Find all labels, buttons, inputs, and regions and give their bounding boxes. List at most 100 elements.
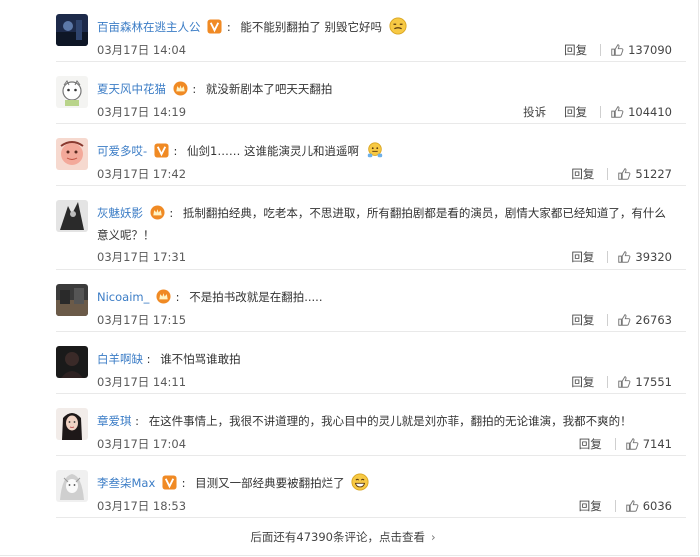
like-button[interactable]: 39320 [617,250,672,264]
divider [600,106,602,118]
like-count: 104410 [628,105,672,119]
like-count: 7141 [642,437,672,451]
username-link[interactable]: 灰魅妖影 [97,206,143,220]
vip-v-badge-icon [154,143,169,158]
comment-actions: 回复 26763 [571,312,672,328]
reply-button[interactable]: 回复 [564,104,587,120]
like-button[interactable]: 6036 [625,499,672,513]
comment-content: 抵制翻拍经典，吃老本，不思进取，所有翻拍剧都是看的演员，剧情大家都已经知道了，有… [97,206,666,242]
like-button[interactable]: 51227 [617,167,672,181]
avatar[interactable] [56,470,88,502]
avatar[interactable] [56,200,88,232]
crown-badge-icon [150,205,165,220]
divider [600,44,602,56]
comment-content: 仙剑1…… 这谁能演灵儿和逍遥啊 [187,144,359,158]
like-count: 137090 [628,43,672,57]
username-link[interactable]: 白羊啊缺 [97,352,143,366]
chevron-right-icon[interactable]: › [431,530,436,544]
username-link[interactable]: 李叁柒Max [97,476,155,490]
load-more-link[interactable]: 后面还有47390条评论，点击查看 [250,530,425,544]
reply-button[interactable]: 回复 [571,166,594,182]
username-link[interactable]: 章爱琪 [97,414,132,428]
comment-date: 03月17日 17:42 [97,167,187,181]
comment-item: Nicoaim_ : 不是拍书改就是在翻拍..... 03月17日 17:15 … [0,270,686,332]
avatar[interactable] [56,408,88,440]
comment-date: 03月17日 17:15 [97,313,187,327]
like-button[interactable]: 137090 [610,43,672,57]
divider [56,517,686,518]
like-button[interactable]: 7141 [625,437,672,451]
avatar[interactable] [56,346,88,378]
comment-item: 白羊啊缺 : 谁不怕骂谁敢拍 03月17日 14:11 回复 17551 [0,332,686,394]
comment-text-line: 百亩森林在逃主人公 : 能不能别翻拍了 别毁它好吗 [97,16,666,38]
comment-content: 就没新剧本了吧天天翻拍 [205,82,333,96]
comment-item: 可爱多哎- : 仙剑1…… 这谁能演灵儿和逍遥啊 03月17日 17:42 回复… [0,124,686,186]
comment-content: 能不能别翻拍了 别毁它好吗 [240,20,382,34]
avatar[interactable] [56,14,88,46]
vip-v-badge-icon [162,475,177,490]
comment-actions: 回复 6036 [579,498,672,514]
comment-actions: 回复 7141 [579,436,672,452]
crown-badge-icon [173,81,188,96]
divider [607,168,609,180]
reply-button[interactable]: 回复 [579,498,602,514]
comment-content: 不是拍书改就是在翻拍..... [189,290,323,304]
like-button[interactable]: 104410 [610,105,672,119]
username-link[interactable]: Nicoaim_ [97,290,149,304]
thumbs-up-icon [611,106,624,118]
load-more-bar: 后面还有47390条评论，点击查看 › [0,520,686,554]
comment-item: 章爱琪 : 在这件事情上，我很不讲道理的，我心目中的灵儿就是刘亦菲，翻拍的无论谁… [0,394,686,456]
reply-button[interactable]: 回复 [564,42,587,58]
divider [614,438,616,450]
thumbs-up-icon [618,251,631,263]
thumbs-up-icon [618,314,631,326]
divider [607,376,609,388]
comment-date: 03月17日 14:19 [97,105,187,119]
comment-date: 03月17日 18:53 [97,499,187,513]
comment-actions: 投诉 回复 104410 [523,104,672,120]
avatar[interactable] [56,284,88,316]
comment-actions: 回复 51227 [571,166,672,182]
reply-button[interactable]: 回复 [571,312,594,328]
like-count: 17551 [635,375,672,389]
comment-item: 灰魅妖影 : 抵制翻拍经典，吃老本，不思进取，所有翻拍剧都是看的演员，剧情大家都… [0,186,686,270]
like-button[interactable]: 17551 [617,375,672,389]
comment-item: 李叁柒Max : 目测又一部经典要被翻拍烂了 03月17日 18:53 回复 6… [0,456,686,518]
comment-item: 百亩森林在逃主人公 : 能不能别翻拍了 别毁它好吗 03月17日 14:04 回… [0,0,686,62]
like-count: 26763 [635,313,672,327]
reply-button[interactable]: 回复 [571,249,594,265]
thumbs-up-icon [625,500,639,512]
like-count: 6036 [642,499,672,513]
divider [607,251,609,263]
report-button[interactable]: 投诉 [523,104,546,120]
comment-actions: 回复 137090 [564,42,672,58]
comment-text-line: 白羊啊缺 : 谁不怕骂谁敢拍 [97,352,241,366]
comment-text-line: 灰魅妖影 : 抵制翻拍经典，吃老本，不思进取，所有翻拍剧都是看的演员，剧情大家都… [97,205,666,242]
comment-date: 03月17日 17:04 [97,437,187,451]
like-button[interactable]: 26763 [617,313,672,327]
comment-actions: 回复 39320 [571,249,672,265]
reply-button[interactable]: 回复 [579,436,602,452]
comment-content: 在这件事情上，我很不讲道理的，我心目中的灵儿就是刘亦菲，翻拍的无论谁演，我都不爽… [148,414,632,428]
comment-item: 夏天风中花猫 : 就没新剧本了吧天天翻拍 03月17日 14:19 投诉 回复 … [0,62,686,124]
username-link[interactable]: 夏天风中花猫 [97,82,166,96]
comment-text-line: 李叁柒Max : 目测又一部经典要被翻拍烂了 [97,472,666,494]
grin-emoji-icon [351,473,369,491]
avatar[interactable] [56,76,88,108]
comment-content: 谁不怕骂谁敢拍 [160,352,241,366]
username-link[interactable]: 百亩森林在逃主人公 [97,20,201,34]
comment-content: 目测又一部经典要被翻拍烂了 [195,476,345,490]
divider [614,500,616,512]
like-count: 51227 [635,167,672,181]
comment-text-line: Nicoaim_ : 不是拍书改就是在翻拍..... [97,289,323,304]
comment-date: 03月17日 14:11 [97,375,187,389]
avatar[interactable] [56,138,88,170]
comment-date: 03月17日 17:31 [97,250,187,264]
divider [607,314,609,326]
username-link[interactable]: 可爱多哎- [97,144,147,158]
comment-actions: 回复 17551 [571,374,672,390]
thumbs-up-icon [618,168,631,180]
reply-button[interactable]: 回复 [571,374,594,390]
comment-text-line: 可爱多哎- : 仙剑1…… 这谁能演灵儿和逍遥啊 [97,140,666,162]
vip-v-badge-icon [207,19,222,34]
